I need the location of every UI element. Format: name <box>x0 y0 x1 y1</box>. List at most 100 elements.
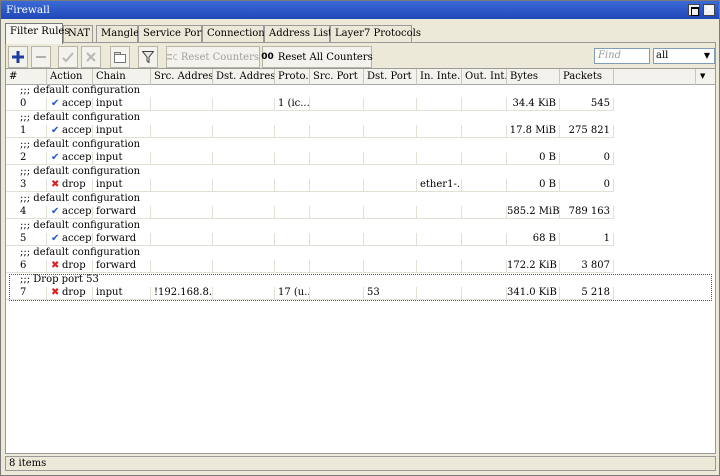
cell-out-interface <box>462 206 507 219</box>
rule-comment[interactable]: ;;; default configuration <box>6 166 715 179</box>
cell-dst-port <box>364 206 417 219</box>
tab-connections[interactable]: Connections <box>202 25 270 43</box>
col-header-dst-address[interactable]: Dst. Address <box>213 69 275 85</box>
cell-in-interface <box>417 98 462 111</box>
col-header-protocol[interactable]: Proto... <box>275 69 310 85</box>
accept-check-icon: ✔ <box>51 233 60 244</box>
close-icon[interactable]: ✕ <box>703 4 715 16</box>
comment-button[interactable] <box>110 46 130 68</box>
col-header-bytes[interactable]: Bytes <box>507 69 560 85</box>
cell-src-address <box>151 206 213 219</box>
table-row[interactable]: 6 ✖ drop forward 172.2 KiB 3 807 <box>6 260 715 273</box>
cell-bytes: 172.2 KiB <box>507 260 560 273</box>
status-bar: 8 items <box>5 456 716 471</box>
disable-button[interactable] <box>81 46 101 68</box>
cell-src-port <box>310 233 364 246</box>
maximize-icon[interactable] <box>688 4 700 16</box>
tab-mangle[interactable]: Mangle <box>96 25 139 43</box>
rule-comment[interactable]: ;;; default configuration <box>6 247 715 260</box>
cell-src-port <box>310 98 364 111</box>
action-label: drop <box>62 179 86 190</box>
cell-number: 5 <box>6 233 47 246</box>
rule-comment[interactable]: ;;; default configuration <box>6 112 715 125</box>
reset-counters-button[interactable]: Reset Counters <box>166 46 260 68</box>
table-row[interactable]: 7✖dropinput!192.168.8...17 (u...53341.0 … <box>6 287 715 300</box>
chevron-down-icon[interactable]: ▼ <box>701 50 713 62</box>
rule-comment[interactable]: ;;; default configuration <box>6 85 715 98</box>
tab-service-ports[interactable]: Service Ports <box>138 25 210 43</box>
title-bar[interactable]: Firewall ✕ <box>1 1 719 19</box>
cell-dst-address <box>213 233 275 246</box>
cell-protocol: 1 (ic... <box>275 98 310 111</box>
filter-button[interactable] <box>138 46 158 68</box>
cell-in-interface: ether1-... <box>417 179 462 192</box>
tab-layer7-protocols[interactable]: Layer7 Protocols <box>330 25 421 43</box>
window-title: Firewall <box>6 4 50 16</box>
cell-src-port <box>310 152 364 165</box>
cell-in-interface <box>417 287 462 300</box>
cell-packets: 545 <box>560 98 614 111</box>
rule-comment[interactable]: ;;; default configuration <box>6 139 715 152</box>
reset-all-counters-label: Reset All Counters <box>277 51 373 63</box>
rule-comment[interactable]: ;;; Drop port 53 <box>6 274 715 287</box>
cell-in-interface <box>417 206 462 219</box>
table-row[interactable]: 3 ✖ drop input ether1-... 0 B0 <box>6 179 715 192</box>
table-row[interactable]: 2 ✔ accept input 0 B0 <box>6 152 715 165</box>
table-row[interactable]: 1 ✔ accept input 17.8 MiB 275 821 <box>6 125 715 138</box>
add-button[interactable] <box>8 46 28 68</box>
x-icon <box>86 52 96 62</box>
col-header-packets[interactable]: Packets <box>560 69 614 85</box>
cell-protocol <box>275 152 310 165</box>
rule-comment[interactable]: ;;; default configuration <box>6 193 715 206</box>
col-header-chain[interactable]: Chain <box>93 69 151 85</box>
rule-comment[interactable]: ;;; default configuration <box>6 220 715 233</box>
cell-src-address <box>151 179 213 192</box>
col-header-src-port[interactable]: Src. Port <box>310 69 364 85</box>
find-input[interactable]: Find <box>594 48 650 64</box>
column-menu-icon[interactable]: ▼ <box>700 72 705 80</box>
cell-out-interface <box>462 233 507 246</box>
tab-address-lists[interactable]: Address Lists <box>264 25 337 43</box>
col-header-src-address[interactable]: Src. Address <box>151 69 213 85</box>
reset-all-counters-button[interactable]: 00 Reset All Counters <box>261 46 373 68</box>
cell-in-interface <box>417 152 462 165</box>
table-row[interactable]: 4 ✔ accept forward 585.2 MiB 789 163 <box>6 206 715 219</box>
cell-dst-address <box>213 125 275 138</box>
remove-button[interactable] <box>31 46 51 68</box>
drop-x-icon: ✖ <box>51 260 60 271</box>
cell-packets: 275 821 <box>560 125 614 138</box>
cell-protocol <box>275 125 310 138</box>
action-label: accept <box>62 125 93 136</box>
cell-packets: 0 <box>560 179 614 192</box>
cell-chain: input <box>93 152 151 165</box>
col-header-dst-port[interactable]: Dst. Port <box>364 69 417 85</box>
table-row[interactable]: 0 ✔ accept input 1 (ic... 34.4 KiB 545 <box>6 98 715 111</box>
cell-number: 7 <box>6 287 47 300</box>
col-header-in-interface[interactable]: In. Inte... <box>417 69 462 85</box>
cell-dst-address <box>213 179 275 192</box>
col-header-action[interactable]: Action <box>47 69 93 85</box>
col-header-number[interactable]: # <box>6 69 47 85</box>
cell-chain: forward <box>93 260 151 273</box>
cell-action: ✖ drop <box>47 179 93 192</box>
cell-dst-address <box>213 152 275 165</box>
col-header-spacer <box>614 69 696 85</box>
cell-protocol <box>275 260 310 273</box>
tab-filter-rules[interactable]: Filter Rules <box>5 23 69 44</box>
cell-action: ✖ drop <box>47 287 93 300</box>
filter-select[interactable]: all ▼ <box>653 48 715 64</box>
cell-in-interface <box>417 260 462 273</box>
enable-button[interactable] <box>58 46 78 68</box>
col-header-out-interface[interactable]: Out. Int... <box>462 69 507 85</box>
cell-src-address: !192.168.8... <box>151 287 213 300</box>
cell-dst-address <box>213 98 275 111</box>
table-row[interactable]: 5 ✔ accept forward 68 B1 <box>6 233 715 246</box>
cell-dst-port <box>364 152 417 165</box>
cell-protocol <box>275 179 310 192</box>
cell-number: 3 <box>6 179 47 192</box>
cell-action: ✔ accept <box>47 206 93 219</box>
cell-action: ✔ accept <box>47 152 93 165</box>
cell-action: ✔ accept <box>47 233 93 246</box>
cell-dst-port: 53 <box>364 287 417 300</box>
reset-all-counters-icon: 00 <box>261 52 274 62</box>
